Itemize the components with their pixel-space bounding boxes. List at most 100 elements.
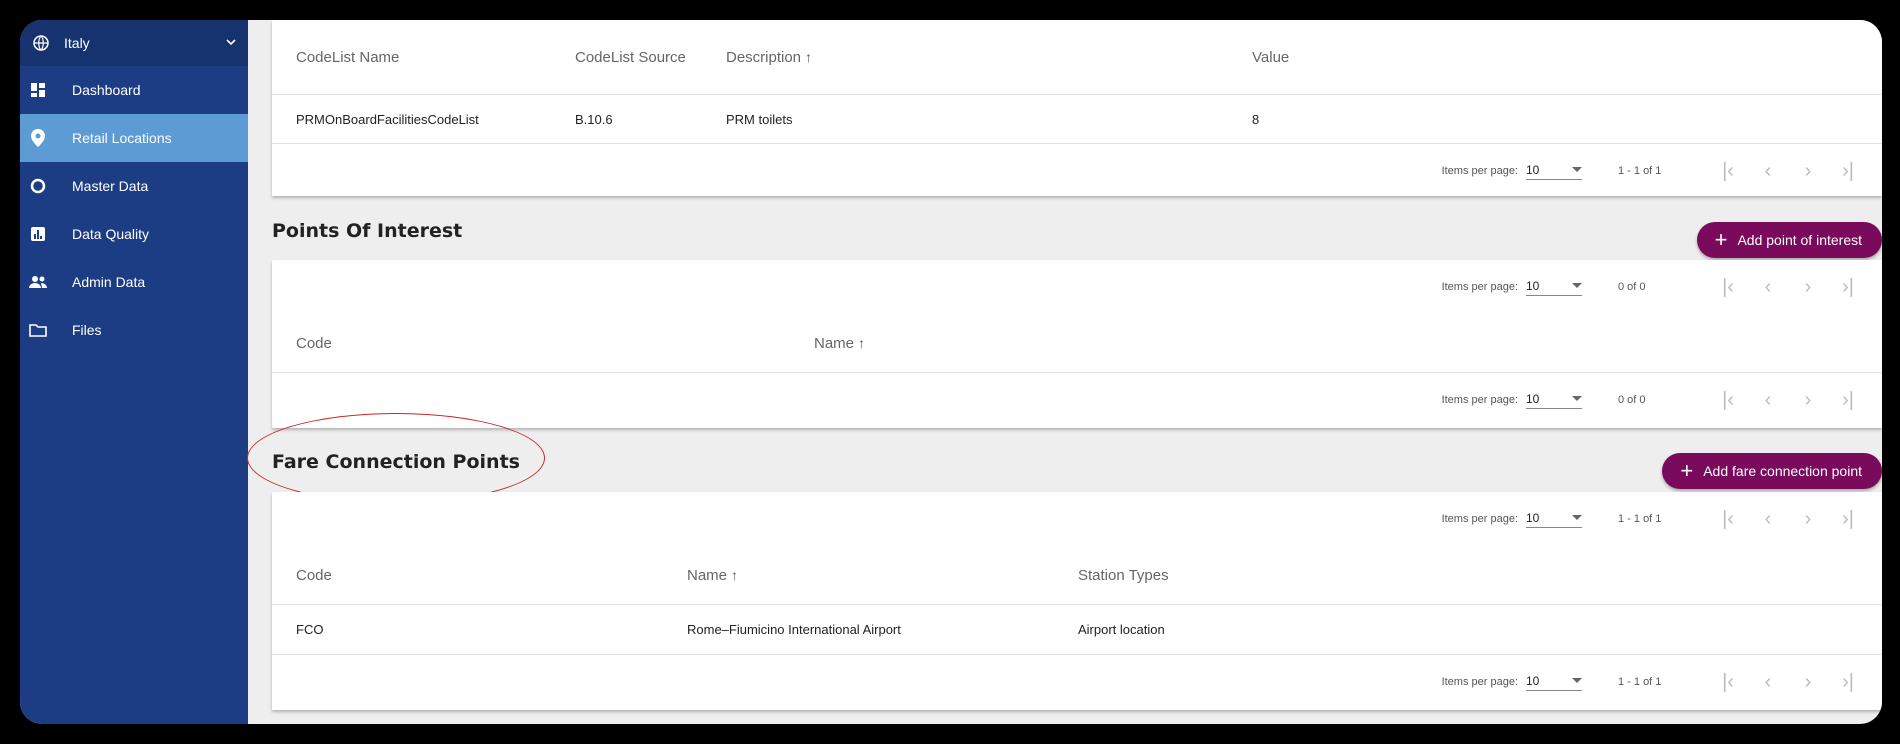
prev-page-icon[interactable]: ‹ [1748,160,1788,183]
column-header-description[interactable]: Description ↑ [726,49,812,66]
cell-station-types: Airport location [1078,622,1165,637]
fare-connection-points-table: Items per page: 10 1 - 1 of 1 |‹ ‹ › ›| … [272,492,1882,710]
table-header: CodeList Name CodeList Source Descriptio… [272,20,1882,95]
sidebar-item-data-quality[interactable]: Data Quality [20,210,248,258]
folder-icon [28,320,48,340]
table-header: Code Name ↑ Station Types [272,546,1882,605]
dropdown-caret-icon [1572,283,1582,288]
dropdown-caret-icon [1572,515,1582,520]
sort-arrow-icon: ↑ [805,48,813,65]
cell-description: PRM toilets [726,111,793,127]
sidebar-item-admin-data[interactable]: Admin Data [20,258,248,306]
column-header-codelist-source[interactable]: CodeList Source [575,49,686,66]
dropdown-caret-icon [1572,678,1582,683]
plus-icon: + [1680,458,1694,483]
page-range: 1 - 1 of 1 [1618,513,1662,525]
last-page-icon[interactable]: ›| [1828,508,1868,531]
sort-arrow-icon: ↑ [858,334,866,351]
column-header-code[interactable]: Code [296,567,332,584]
items-per-page-label: Items per page: [1441,281,1518,293]
annotation-circle [247,413,545,503]
app-window: Italy Dashboard Retail Locations Master … [20,20,1882,724]
add-point-of-interest-button[interactable]: + Add point of interest [1696,222,1882,258]
cell-codelist-source: B.10.6 [575,111,613,127]
page-range: 1 - 1 of 1 [1618,165,1662,177]
last-page-icon[interactable]: ›| [1828,276,1868,299]
next-page-icon[interactable]: › [1788,671,1828,694]
next-page-icon[interactable]: › [1788,276,1828,299]
circle-icon [28,176,48,196]
globe-icon [32,34,50,52]
paginator-top: Items per page: 10 1 - 1 of 1 |‹ ‹ › ›| [272,492,1882,546]
chevron-down-icon [224,35,238,52]
sidebar-item-label: Dashboard [72,82,141,98]
column-header-value[interactable]: Value [1252,49,1289,66]
dropdown-caret-icon [1572,167,1582,172]
page-size-select[interactable]: 10 [1526,511,1582,528]
items-per-page-label: Items per page: [1441,676,1518,688]
dropdown-caret-icon [1572,396,1582,401]
cell-code: FCO [296,622,324,637]
page-size-select[interactable]: 10 [1526,279,1582,296]
last-page-icon[interactable]: ›| [1828,389,1868,412]
next-page-icon[interactable]: › [1788,508,1828,531]
sidebar-item-files[interactable]: Files [20,306,248,354]
paginator-top: Items per page: 10 0 of 0 |‹ ‹ › ›| [272,260,1882,314]
country-name: Italy [64,35,90,51]
country-selector[interactable]: Italy [20,20,248,66]
prev-page-icon[interactable]: ‹ [1748,508,1788,531]
first-page-icon[interactable]: |‹ [1708,671,1748,694]
prev-page-icon[interactable]: ‹ [1748,389,1788,412]
sidebar-item-dashboard[interactable]: Dashboard [20,66,248,114]
bar-chart-icon [28,224,48,244]
page-size-select[interactable]: 10 [1526,392,1582,409]
page-range: 0 of 0 [1618,281,1646,293]
sidebar-item-master-data[interactable]: Master Data [20,162,248,210]
table-row[interactable]: PRMOnBoardFacilitiesCodeList B.10.6 PRM … [272,95,1882,144]
last-page-icon[interactable]: ›| [1828,160,1868,183]
prev-page-icon[interactable]: ‹ [1748,671,1788,694]
column-header-name[interactable]: Name ↑ [687,567,738,584]
sidebar-item-label: Retail Locations [72,130,172,146]
plus-icon: + [1714,227,1728,252]
next-page-icon[interactable]: › [1788,389,1828,412]
next-page-icon[interactable]: › [1788,160,1828,183]
first-page-icon[interactable]: |‹ [1708,276,1748,299]
sidebar-item-label: Admin Data [72,274,146,290]
first-page-icon[interactable]: |‹ [1708,389,1748,412]
main-content: CodeList Name CodeList Source Descriptio… [247,20,1882,724]
items-per-page-label: Items per page: [1441,513,1518,525]
sidebar: Italy Dashboard Retail Locations Master … [20,20,248,724]
items-per-page-label: Items per page: [1441,394,1518,406]
last-page-icon[interactable]: ›| [1828,671,1868,694]
sidebar-item-retail-locations[interactable]: Retail Locations [20,114,248,162]
page-range: 1 - 1 of 1 [1618,676,1662,688]
table-row[interactable]: FCO Rome–Fiumicino International Airport… [272,605,1882,655]
cell-value: 8 [1252,111,1260,127]
first-page-icon[interactable]: |‹ [1708,508,1748,531]
cell-name: Rome–Fiumicino International Airport [687,622,901,637]
column-header-codelist-name[interactable]: CodeList Name [296,49,399,66]
location-pin-icon [28,128,48,148]
add-fare-connection-point-button[interactable]: + Add fare connection point [1662,453,1882,489]
prev-page-icon[interactable]: ‹ [1748,276,1788,299]
column-header-code[interactable]: Code [296,335,332,352]
sidebar-item-label: Master Data [72,178,149,194]
sidebar-item-label: Data Quality [72,226,150,242]
paginator-bottom: Items per page: 10 1 - 1 of 1 |‹ ‹ › ›| [272,655,1882,709]
dashboard-icon [28,80,48,100]
first-page-icon[interactable]: |‹ [1708,160,1748,183]
section-title-points-of-interest: Points Of Interest [272,220,463,242]
people-icon [28,272,48,292]
page-range: 0 of 0 [1618,394,1646,406]
codelist-table: CodeList Name CodeList Source Descriptio… [272,20,1882,196]
sort-arrow-icon: ↑ [731,566,739,583]
column-header-station-types[interactable]: Station Types [1078,567,1169,584]
cell-codelist-name: PRMOnBoardFacilitiesCodeList [296,111,479,127]
points-of-interest-table: Items per page: 10 0 of 0 |‹ ‹ › ›| Code… [272,260,1882,428]
sidebar-item-label: Files [72,322,102,338]
page-size-select[interactable]: 10 [1526,163,1582,180]
page-size-select[interactable]: 10 [1526,674,1582,691]
column-header-name[interactable]: Name ↑ [814,335,865,352]
table-header: Code Name ↑ [272,314,1882,373]
